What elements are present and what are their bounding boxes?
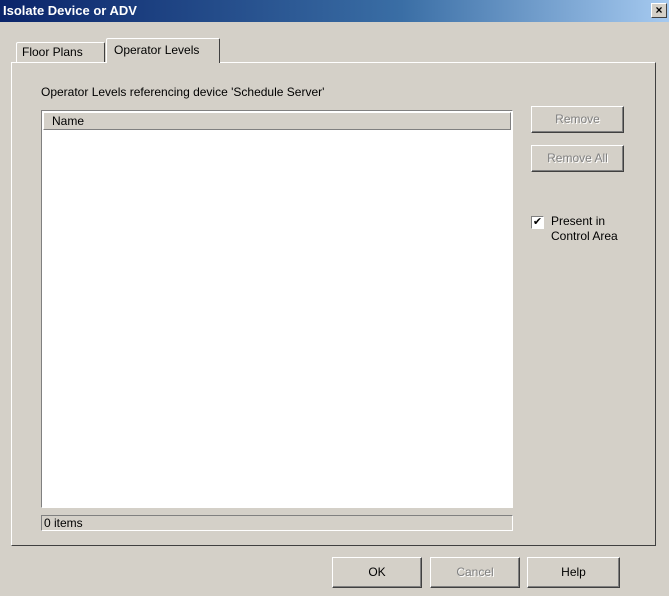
operator-levels-list[interactable]: Name [41,110,513,508]
present-in-control-area-label: Present in Control Area [551,214,651,244]
close-icon: × [655,3,663,17]
tab-operator-levels[interactable]: Operator Levels [106,38,220,63]
ok-button[interactable]: OK [332,557,422,588]
close-button[interactable]: × [651,3,667,18]
tab-floor-plans[interactable]: Floor Plans [16,42,105,62]
checkbox-label-line-1: Present in [551,214,606,228]
remove-button[interactable]: Remove [531,106,624,133]
check-icon: ✔ [532,216,543,228]
cancel-button[interactable]: Cancel [430,557,520,588]
item-count-status: 0 items [41,515,513,531]
help-button[interactable]: Help [527,557,620,588]
checkbox-label-line-2: Control Area [551,229,618,243]
panel-description: Operator Levels referencing device 'Sche… [41,85,325,99]
window-title: Isolate Device or ADV [3,3,137,18]
remove-all-button[interactable]: Remove All [531,145,624,172]
title-bar: Isolate Device or ADV × [0,0,669,22]
present-in-control-area-checkbox[interactable]: ✔ [531,216,544,229]
column-header-name[interactable]: Name [43,112,511,130]
